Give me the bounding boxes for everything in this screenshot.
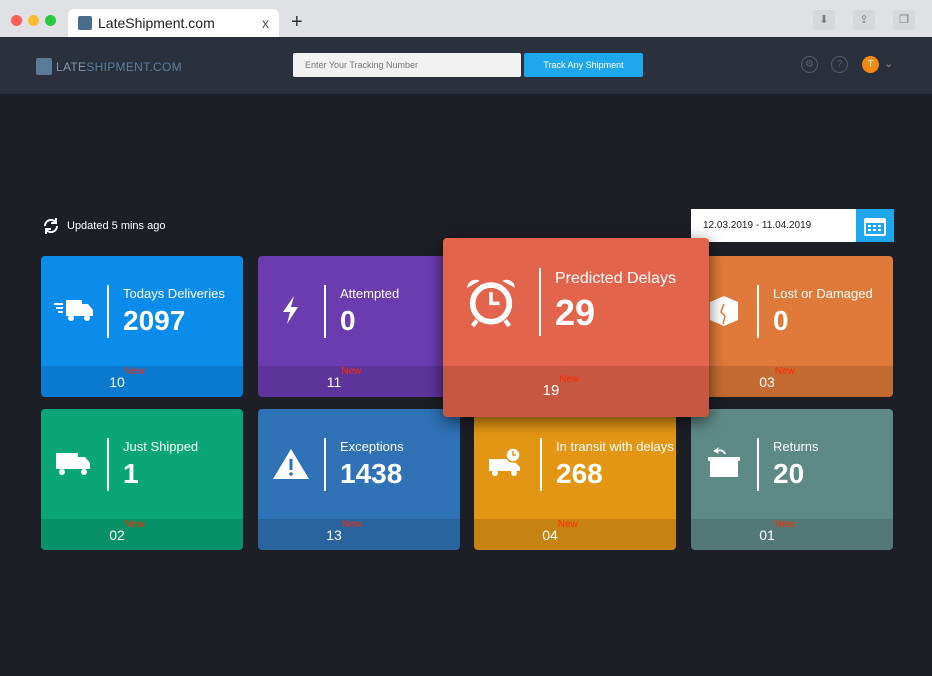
share-icon[interactable]: ⇪	[853, 10, 875, 30]
new-count: 10	[109, 374, 125, 390]
card-new-count[interactable]: 11New	[258, 366, 460, 397]
card-todays-deliveries[interactable]: Todays Deliveries 2097 10New	[41, 256, 243, 397]
logo[interactable]: LATE SHIPMENT.COM	[36, 58, 182, 75]
card-exceptions[interactable]: Exceptions 1438 13New	[258, 409, 460, 550]
card-attempted[interactable]: Attempted 0 11New	[258, 256, 460, 397]
card-new-count[interactable]: 10New	[41, 366, 243, 397]
logo-text: SHIPMENT.COM	[86, 59, 182, 74]
maximize-window-button[interactable]	[45, 15, 56, 26]
tabs-overview-icon[interactable]: ❐	[893, 10, 915, 30]
card-value: 268	[556, 457, 603, 489]
gear-icon[interactable]: ⚙	[801, 56, 818, 73]
new-badge: New	[774, 366, 795, 377]
card-new-count[interactable]: 13New	[258, 519, 460, 550]
logo-cube-icon	[36, 58, 52, 75]
card-body: Attempted 0	[258, 256, 460, 366]
new-count: 11	[326, 374, 342, 390]
new-badge: New	[124, 366, 145, 377]
new-badge: New	[341, 519, 362, 530]
fast-delivery-truck-icon	[54, 300, 93, 321]
app-header: LATESHIPMENT.COM Track Any Shipment ⚙ ? …	[0, 37, 932, 94]
card-returns[interactable]: Returns 20 01New	[691, 409, 893, 550]
alarm-clock-icon	[467, 279, 515, 328]
card-label: Todays Deliveries	[123, 285, 225, 301]
updated-status: Updated 5 mins ago	[42, 217, 165, 235]
card-label: Attempted	[340, 285, 400, 301]
card-in-transit-with-delays[interactable]: In transit with delays 268 04New	[474, 409, 676, 550]
card-new-count[interactable]: 19New	[443, 366, 709, 417]
card-lost-or-damaged[interactable]: Lost or Damaged 0 03New	[691, 256, 893, 397]
new-badge: New	[557, 519, 578, 530]
card-body: Just Shipped 1	[41, 409, 243, 519]
card-new-count[interactable]: 02New	[41, 519, 243, 550]
card-new-count[interactable]: 01New	[691, 519, 893, 550]
minimize-window-button[interactable]	[28, 15, 39, 26]
card-body: Lost or Damaged 0	[691, 256, 893, 366]
lightning-icon	[283, 296, 298, 324]
new-count: 01	[759, 527, 775, 543]
card-body: In transit with delays 268	[474, 409, 676, 519]
new-badge: New	[559, 374, 580, 385]
card-label: Returns	[773, 438, 819, 454]
tab-title: LateShipment.com	[98, 15, 215, 31]
card-value: 1438	[340, 457, 403, 489]
return-box-icon	[708, 447, 740, 477]
card-label: Just Shipped	[123, 438, 199, 454]
card-predicted-delays[interactable]: Predicted Delays 29 19New	[443, 238, 709, 417]
new-badge: New	[341, 366, 362, 377]
chevron-down-icon[interactable]: ⌄	[884, 57, 893, 70]
calendar-button[interactable]	[856, 209, 894, 242]
card-body: Predicted Delays 29	[443, 238, 709, 366]
warning-icon	[273, 449, 309, 479]
new-count: 13	[326, 527, 342, 543]
new-count: 02	[109, 527, 125, 543]
truck-icon	[56, 453, 90, 475]
card-value: 0	[340, 304, 356, 336]
track-shipment-button[interactable]: Track Any Shipment	[524, 53, 643, 77]
card-label: Exceptions	[340, 438, 404, 454]
card-body: Exceptions 1438	[258, 409, 460, 519]
help-icon[interactable]: ?	[831, 56, 848, 73]
site-favicon-icon	[78, 16, 92, 30]
card-value: 2097	[123, 304, 186, 336]
card-value: 1	[123, 457, 139, 489]
logo-text: LATE	[56, 59, 87, 74]
tracking-number-input[interactable]	[293, 53, 521, 77]
card-new-count[interactable]: 04New	[474, 519, 676, 550]
avatar[interactable]: T	[862, 56, 879, 73]
card-body: Returns 20	[691, 409, 893, 519]
card-value: 20	[773, 457, 805, 489]
card-label: In transit with delays	[556, 438, 674, 454]
card-value: 0	[773, 304, 789, 336]
truck-clock-icon	[489, 447, 521, 476]
card-new-count[interactable]: 03New	[691, 366, 893, 397]
close-tab-icon[interactable]: x	[262, 15, 269, 31]
browser-chrome: LateShipment.com x + ⬇ ⇪ ❐	[0, 0, 932, 37]
new-tab-button[interactable]: +	[291, 11, 303, 34]
card-label: Predicted Delays	[555, 270, 676, 287]
new-badge: New	[124, 519, 145, 530]
refresh-icon[interactable]	[42, 217, 60, 235]
card-label: Lost or Damaged	[773, 285, 873, 301]
download-icon[interactable]: ⬇	[813, 10, 835, 30]
card-value: 29	[555, 292, 596, 333]
new-badge: New	[774, 519, 795, 530]
new-count: 19	[542, 382, 560, 399]
card-body: Todays Deliveries 2097	[41, 256, 243, 366]
new-count: 03	[759, 374, 775, 390]
date-range-input[interactable]: 12.03.2019 - 11.04.2019	[691, 209, 856, 242]
browser-tab[interactable]: LateShipment.com x	[68, 9, 279, 37]
card-just-shipped[interactable]: Just Shipped 1 02New	[41, 409, 243, 550]
calendar-icon	[864, 217, 886, 236]
updated-text: Updated 5 mins ago	[67, 220, 166, 232]
close-window-button[interactable]	[11, 15, 22, 26]
new-count: 04	[542, 527, 558, 543]
